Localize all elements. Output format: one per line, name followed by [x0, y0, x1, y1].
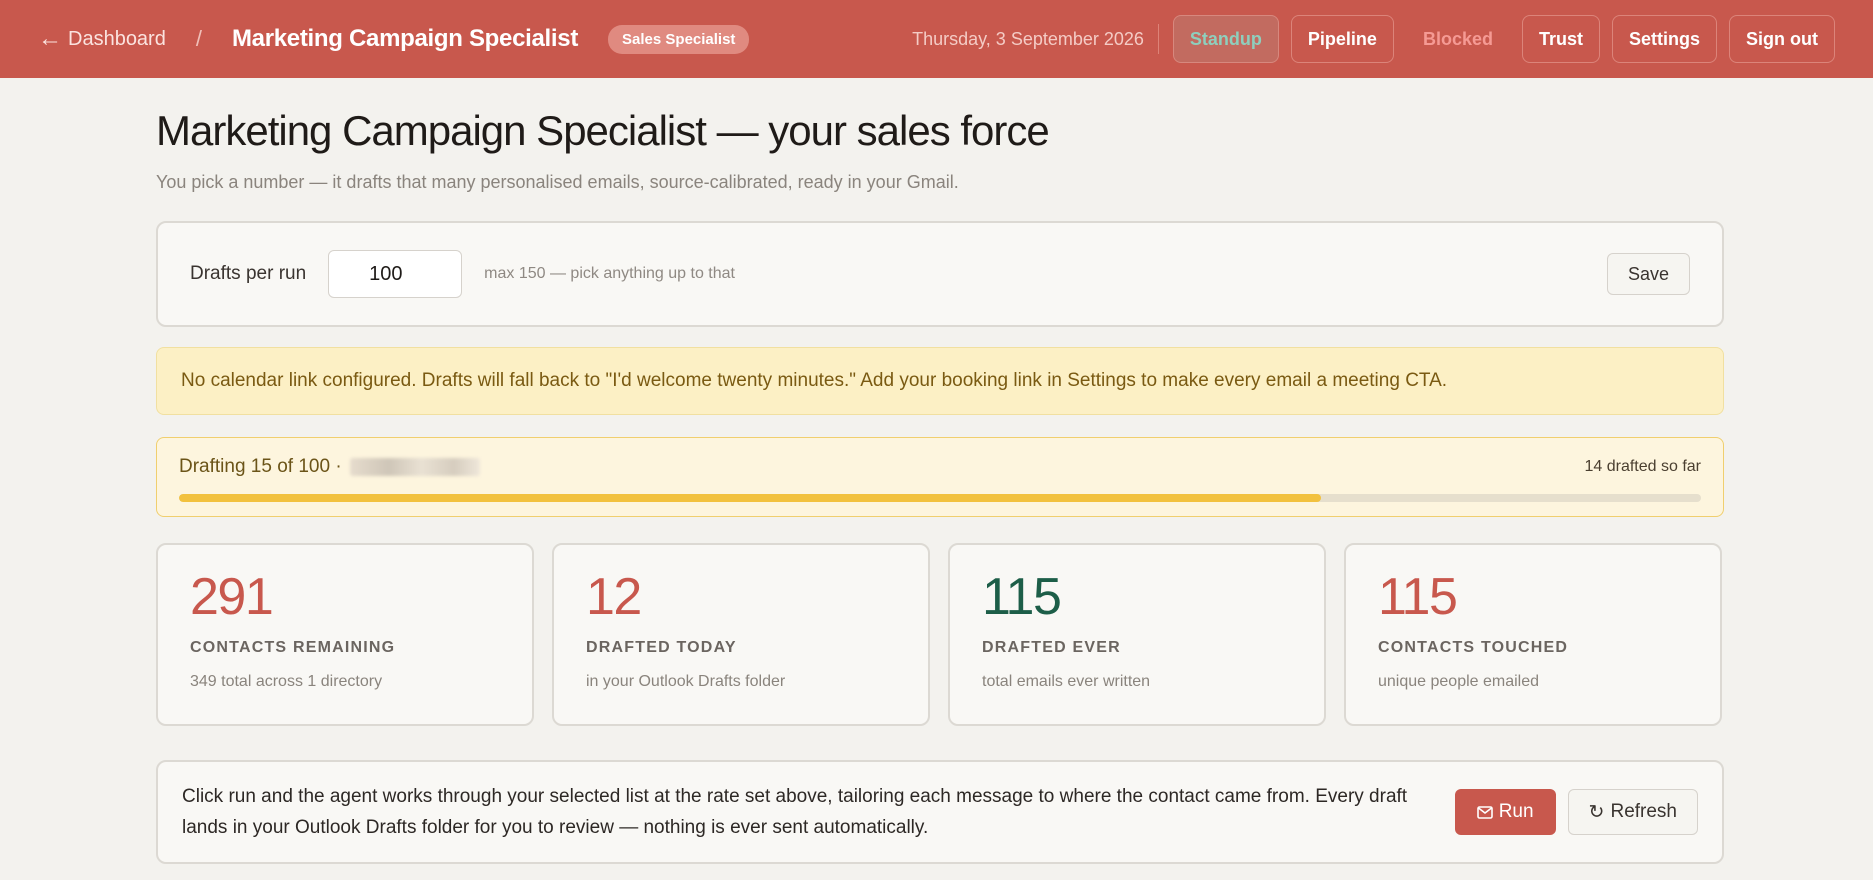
stat-card-drafted-ever: 115 Drafted ever total emails ever writt…: [948, 543, 1326, 726]
drafted-so-far-count: 14 drafted so far: [1584, 458, 1701, 475]
stat-note: 349 total across 1 directory: [190, 673, 383, 690]
page-title: Marketing Campaign Specialist — your sal…: [156, 107, 1050, 154]
stat-label: Drafted ever: [982, 639, 1121, 656]
breadcrumb-separator: /: [195, 26, 202, 51]
save-button[interactable]: Save: [1606, 253, 1690, 295]
top-nav: Thursday, 3 September 2026 Standup Pipel…: [912, 15, 1835, 63]
redacted-contact-name: [349, 457, 480, 476]
stat-label: Drafted today: [586, 639, 737, 656]
top-bar: ← Dashboard / Marketing Campaign Special…: [0, 0, 1873, 78]
stat-value: 115: [1378, 568, 1458, 626]
drafts-per-run-label: Drafts per run: [190, 263, 307, 284]
stat-value: 291: [190, 568, 274, 626]
mail-icon: [1476, 805, 1493, 819]
stat-label: Contacts remaining: [190, 639, 396, 656]
stat-value: 115: [982, 568, 1062, 626]
drafts-settings-card: Drafts per run max 150 — pick anything u…: [156, 221, 1724, 327]
stat-note: in your Outlook Drafts folder: [586, 673, 786, 690]
role-badge: Sales Specialist: [608, 24, 750, 54]
progress-bar-fill: [179, 494, 1321, 502]
alert-text: No calendar link configured. Drafts will…: [181, 370, 1448, 391]
stat-note: unique people emailed: [1378, 673, 1540, 690]
run-description: Click run and the agent works through yo…: [182, 786, 1408, 838]
drafting-progress-card: Drafting 15 of 100 · 14 drafted so far: [156, 437, 1724, 517]
progress-bar: [179, 494, 1701, 502]
arrow-left-icon: ←: [38, 25, 62, 52]
stat-card-drafted-today: 12 Drafted today in your Outlook Drafts …: [552, 543, 930, 726]
run-card: Click run and the agent works through yo…: [156, 760, 1724, 864]
run-button[interactable]: Run: [1454, 789, 1556, 835]
progress-status-text: Drafting 15 of 100 ·: [179, 456, 480, 478]
back-to-dashboard-link[interactable]: ← Dashboard: [38, 27, 166, 51]
stat-value: 12: [586, 568, 642, 626]
back-link-label: Dashboard: [68, 27, 166, 50]
sign-out-button[interactable]: Sign out: [1729, 15, 1835, 63]
run-button-label: Run: [1498, 801, 1534, 822]
stats-row: 291 Contacts remaining 349 total across …: [156, 543, 1724, 726]
current-date: Thursday, 3 September 2026: [912, 24, 1159, 54]
refresh-button-label: Refresh: [1610, 801, 1677, 822]
refresh-icon: ↻: [1588, 801, 1605, 823]
stat-label: Contacts touched: [1378, 639, 1569, 656]
stat-card-contacts-remaining: 291 Contacts remaining 349 total across …: [156, 543, 534, 726]
nav-pipeline-button[interactable]: Pipeline: [1290, 15, 1394, 63]
page-subtitle: You pick a number — it drafts that many …: [156, 172, 959, 192]
stat-note: total emails ever written: [982, 673, 1151, 690]
refresh-button[interactable]: ↻ Refresh: [1567, 789, 1698, 835]
nav-standup-button[interactable]: Standup: [1172, 15, 1279, 63]
app-title: Marketing Campaign Specialist: [231, 25, 579, 52]
main-content: Marketing Campaign Specialist — your sal…: [156, 78, 1724, 864]
stat-card-contacts-touched: 115 Contacts touched unique people email…: [1344, 543, 1722, 726]
nav-settings-button[interactable]: Settings: [1612, 15, 1718, 63]
drafts-per-run-input[interactable]: [328, 250, 463, 298]
calendar-warning-alert: No calendar link configured. Drafts will…: [156, 347, 1724, 415]
drafts-limit-hint: max 150 — pick anything up to that: [484, 265, 735, 282]
nav-blocked-button[interactable]: Blocked: [1406, 15, 1510, 63]
nav-trust-button[interactable]: Trust: [1521, 15, 1600, 63]
